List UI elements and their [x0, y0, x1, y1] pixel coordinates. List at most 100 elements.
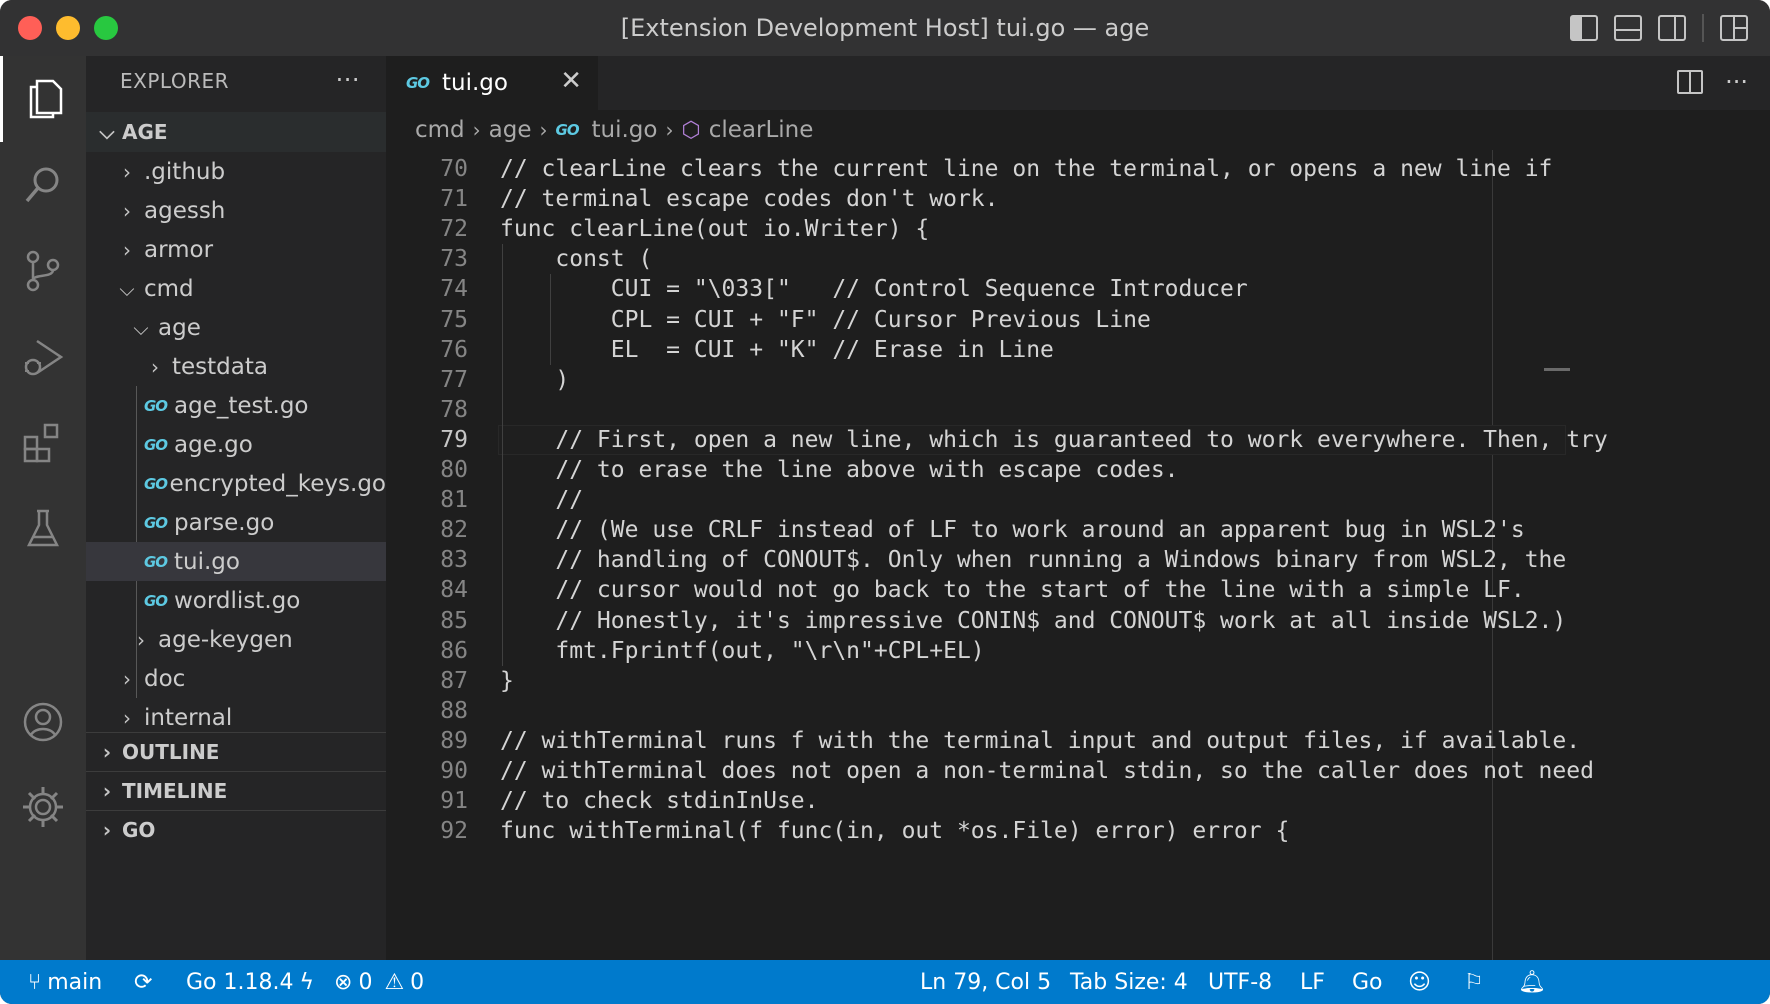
tree-item-label: .github [144, 158, 226, 185]
chevron-down-icon: ⌵ [119, 276, 135, 301]
workspace-root-folder[interactable]: ⌵ AGE [86, 112, 386, 152]
tree-file-tui-go[interactable]: GO tui.go [86, 542, 386, 581]
code-line: 88 [386, 696, 1770, 726]
notifications-bell-icon[interactable]: 🔔︎ [1518, 960, 1546, 1004]
code-text: // [500, 487, 584, 514]
code-editor[interactable]: 70 // clearLine clears the current line o… [386, 150, 1770, 960]
go-file-icon: GO [144, 591, 168, 610]
code-text: // withTerminal runs f with the terminal… [500, 727, 1581, 754]
tab-tui-go[interactable]: GO tui.go ✕ [386, 56, 598, 110]
code-line: 85 // Honestly, it's impressive CONIN$ a… [386, 606, 1770, 636]
go-file-icon: GO [144, 552, 168, 571]
code-line: 82 // (We use CRLF instead of LF to work… [386, 515, 1770, 545]
code-text: ) [500, 366, 570, 393]
code-line: 73 const ( [386, 244, 1770, 274]
tree-folder-age[interactable]: ⌵ age [86, 308, 386, 347]
sync-status[interactable]: ⟳ [134, 960, 152, 1004]
explorer-icon[interactable] [0, 56, 86, 142]
cursor-position-status[interactable]: Ln 79, Col 5 [920, 960, 1051, 1004]
manage-gear-icon[interactable] [0, 764, 86, 850]
code-text: const ( [500, 246, 653, 273]
breadcrumb-item[interactable]: clearLine [709, 117, 814, 143]
tree-folder-cmd[interactable]: ⌵ cmd [86, 269, 386, 308]
search-icon[interactable] [0, 142, 86, 228]
git-branch-status[interactable]: ⑂ main [28, 960, 102, 1004]
tree-folder-age-keygen[interactable]: › age-keygen [86, 620, 386, 659]
line-number: 71 [440, 186, 468, 213]
explorer-title: EXPLORER [120, 69, 229, 93]
breadcrumb-item[interactable]: cmd [415, 117, 465, 143]
explorer-more-actions-icon[interactable]: ··· [336, 66, 360, 94]
editor-group: GO tui.go ✕ ··· cmd › age › GO tui.go › … [386, 56, 1770, 960]
maximize-window-button[interactable] [94, 16, 118, 40]
outline-section[interactable]: › OUTLINE [86, 732, 386, 771]
tree-file-parse-go[interactable]: GO parse.go [86, 503, 386, 542]
close-window-button[interactable] [18, 16, 42, 40]
close-tab-icon[interactable]: ✕ [560, 66, 582, 96]
feedback-icon[interactable]: ⚐ [1464, 960, 1484, 1004]
tree-folder-doc[interactable]: › doc [86, 659, 386, 698]
customize-layout-icon[interactable] [1720, 15, 1748, 41]
run-debug-icon[interactable] [0, 314, 86, 400]
tree-item-label: doc [144, 665, 186, 692]
chevron-right-icon: › [102, 818, 112, 842]
encoding-status[interactable]: UTF-8 [1208, 960, 1272, 1004]
editor-more-actions-icon[interactable]: ··· [1725, 68, 1748, 96]
code-line: 77 ) [386, 365, 1770, 395]
problems-status[interactable]: ⊗ 0 ⚠ 0 [334, 960, 424, 1004]
code-line: 86 fmt.Fprintf(out, "\r\n"+CPL+EL) [386, 636, 1770, 666]
tree-folder-agessh[interactable]: › agessh [86, 191, 386, 230]
code-line: 78 [386, 395, 1770, 425]
tree-item-label: armor [144, 236, 214, 263]
copilot-icon[interactable]: ☺ [1408, 960, 1431, 1004]
go-section[interactable]: › GO [86, 810, 386, 849]
branch-label: main [47, 969, 103, 995]
tree-folder-testdata[interactable]: › testdata [86, 347, 386, 386]
language-mode-status[interactable]: Go [1352, 960, 1383, 1004]
chevron-right-icon: › [151, 354, 159, 379]
code-text: } [500, 667, 514, 694]
minimize-window-button[interactable] [56, 16, 80, 40]
code-line: 81 // [386, 485, 1770, 515]
code-text: // clearLine clears the current line on … [500, 156, 1553, 182]
tree-item-label: tui.go [174, 548, 240, 575]
code-line: 89 // withTerminal runs f with the termin… [386, 726, 1770, 756]
line-number: 82 [440, 517, 468, 544]
tree-folder-github[interactable]: › .github [86, 152, 386, 191]
title-bar: [Extension Development Host] tui.go — ag… [0, 0, 1770, 56]
line-number: 76 [440, 336, 468, 363]
breadcrumb-item[interactable]: age [489, 117, 532, 143]
toggle-primary-sidebar-icon[interactable] [1570, 15, 1598, 41]
source-control-icon[interactable] [0, 228, 86, 314]
tree-file-age-go[interactable]: GO age.go [86, 425, 386, 464]
section-label: TIMELINE [122, 779, 228, 803]
tree-file-age-test-go[interactable]: GO age_test.go [86, 386, 386, 425]
timeline-section[interactable]: › TIMELINE [86, 771, 386, 810]
code-line: 90 // withTerminal does not open a non-te… [386, 756, 1770, 786]
indent-guide [550, 274, 551, 365]
go-version-status[interactable]: Go 1.18.4 ϟ [186, 960, 314, 1004]
go-version-label: Go 1.18.4 [186, 969, 294, 995]
breadcrumb-item[interactable]: tui.go [592, 117, 658, 143]
accounts-icon[interactable] [0, 679, 86, 765]
extensions-icon[interactable] [0, 400, 86, 486]
code-text: func clearLine(out io.Writer) { [500, 216, 930, 243]
toggle-secondary-sidebar-icon[interactable] [1658, 15, 1686, 41]
line-number: 84 [440, 577, 468, 604]
eol-status[interactable]: LF [1300, 960, 1325, 1004]
tree-file-wordlist-go[interactable]: GO wordlist.go [86, 581, 386, 620]
section-label: OUTLINE [122, 740, 220, 764]
code-text: func withTerminal(f func(in, out *os.Fil… [500, 818, 1290, 845]
split-editor-icon[interactable] [1677, 70, 1704, 94]
testing-icon[interactable] [0, 486, 86, 572]
tree-file-encrypted-keys-go[interactable]: GO encrypted_keys.go [86, 464, 386, 503]
toggle-panel-icon[interactable] [1614, 15, 1642, 41]
tree-folder-armor[interactable]: › armor [86, 230, 386, 269]
code-line: 75 CPL = CUI + "F" // Cursor Previous Li… [386, 305, 1770, 335]
line-number: 87 [440, 667, 468, 694]
code-text: // to erase the line above with escape c… [500, 457, 1179, 483]
tab-size-status[interactable]: Tab Size: 4 [1070, 960, 1188, 1004]
code-text: // withTerminal does not open a non-term… [500, 758, 1594, 784]
tree-item-label: age_test.go [174, 392, 309, 419]
warning-count: 0 [410, 969, 425, 995]
